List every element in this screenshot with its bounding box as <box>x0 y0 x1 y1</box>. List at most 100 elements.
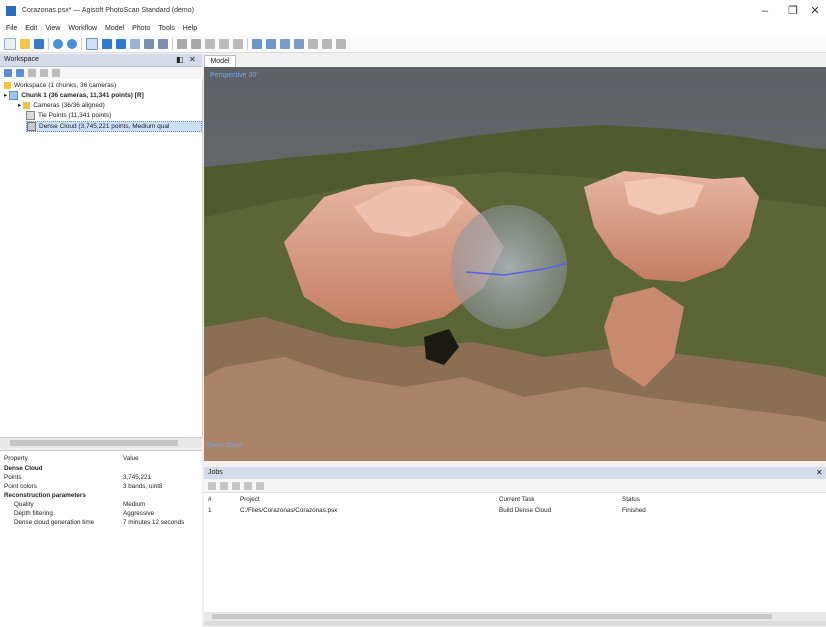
property-label: Depth filtering <box>14 510 53 517</box>
points-icon <box>26 111 35 120</box>
column-header-number[interactable]: # <box>208 496 212 504</box>
expand-icon[interactable]: ▸ <box>18 102 21 109</box>
tree-item-label: Tie Points (11,341 points) <box>38 112 112 120</box>
points-icon[interactable] <box>266 38 276 49</box>
menu-edit[interactable]: Edit <box>25 25 37 32</box>
view-mode-label: Perspective 30° <box>210 72 260 79</box>
column-header-status[interactable]: Status <box>622 496 640 504</box>
resize-icon[interactable] <box>158 38 168 49</box>
column-header-task[interactable]: Current Task <box>499 496 535 504</box>
property-label: Reconstruction parameters <box>4 492 86 499</box>
close-jobs-icon[interactable]: ✕ <box>816 468 823 477</box>
property-label: Dense Cloud <box>4 465 43 472</box>
crop-icon[interactable] <box>191 38 201 49</box>
add-chunk-icon[interactable] <box>4 69 12 77</box>
property-value: 3 bands, uint8 <box>123 483 163 490</box>
model-viewport[interactable] <box>204 67 826 461</box>
menu-tools[interactable]: Tools <box>158 25 174 32</box>
undo-icon[interactable] <box>53 38 63 49</box>
jobs-title: Jobs <box>208 469 223 476</box>
menu-model[interactable]: Model <box>105 25 124 32</box>
properties-panel: Property Value Dense Cloud Points 3,745,… <box>0 450 202 627</box>
redo-icon[interactable] <box>67 38 77 49</box>
tree-item-dense-cloud[interactable]: Dense Cloud (3,745,221 points, Medium qu… <box>26 121 202 132</box>
column-header-project[interactable]: Project <box>240 496 260 504</box>
workspace-header: Workspace ◧ ✕ <box>0 54 202 67</box>
menu-help[interactable]: Help <box>183 25 197 32</box>
menu-workflow[interactable]: Workflow <box>68 25 97 32</box>
view-status-label: Dense Cloud <box>207 443 242 449</box>
property-label: Point colors <box>4 483 37 490</box>
job-task: Build Dense Cloud <box>499 507 552 514</box>
settings-icon[interactable] <box>336 38 346 49</box>
save-icon[interactable] <box>34 38 44 49</box>
new-icon[interactable] <box>4 37 16 50</box>
jobs-scrollbar[interactable] <box>204 612 826 621</box>
tree-item-tie-points[interactable]: Tie Points (11,341 points) <box>26 111 111 120</box>
rotate-icon[interactable] <box>102 38 112 49</box>
select-icon[interactable] <box>86 37 98 50</box>
title-bar: Corazonas.psx* — Agisoft PhotoScan Stand… <box>0 0 826 22</box>
open-icon[interactable] <box>20 38 30 49</box>
property-label: Quality <box>14 501 34 508</box>
rectangle-select-icon[interactable] <box>205 38 215 49</box>
property-value: 7 minutes 12 seconds <box>123 519 185 526</box>
tree-item-label: Workspace (1 chunks, 36 cameras) <box>14 82 117 89</box>
workspace-tree: Workspace (1 chunks, 36 cameras) ▸ Chunk … <box>0 79 203 437</box>
mesh-icon[interactable] <box>280 38 290 49</box>
region-icon[interactable] <box>144 38 154 49</box>
scrollbar-thumb[interactable] <box>10 440 178 446</box>
remove-job-icon[interactable] <box>220 481 228 490</box>
zoom-icon[interactable] <box>116 38 126 49</box>
toolbar-separator <box>81 37 82 50</box>
circle-select-icon[interactable] <box>219 38 229 49</box>
texture-icon[interactable] <box>294 38 304 49</box>
add-photos-icon[interactable] <box>16 69 24 77</box>
enable-icon[interactable] <box>40 69 48 77</box>
menu-view[interactable]: View <box>45 25 60 32</box>
menu-file[interactable]: File <box>6 25 17 32</box>
ruler-icon[interactable] <box>252 38 262 49</box>
menu-photo[interactable]: Photo <box>132 25 150 32</box>
job-project: C:/Files/Corazonas/Corazonas.psx <box>240 507 338 514</box>
app-icon <box>6 6 16 16</box>
toolbar-separator <box>172 37 173 50</box>
folder-icon <box>23 101 31 109</box>
job-status: Finished <box>622 507 646 514</box>
pause-icon[interactable] <box>232 481 240 490</box>
cut-icon[interactable] <box>177 38 187 49</box>
move-down-icon[interactable] <box>256 481 264 490</box>
workspace-title: Workspace <box>4 56 39 63</box>
add-job-icon[interactable] <box>208 481 216 490</box>
move-up-icon[interactable] <box>244 481 252 490</box>
property-label: Points <box>4 474 22 481</box>
remove-icon[interactable] <box>28 69 36 77</box>
tree-item-workspace[interactable]: Workspace (1 chunks, 36 cameras) <box>4 81 116 90</box>
dense-cloud-render <box>204 67 826 461</box>
value-header: Value <box>123 455 139 462</box>
tree-item-chunk[interactable]: ▸ Chunk 1 (36 cameras, 11,341 points) [R] <box>4 91 144 100</box>
dense-cloud-icon <box>27 122 36 131</box>
tree-item-cameras[interactable]: ▸ Cameras (36/36 aligned) <box>18 101 105 110</box>
jobs-toolbar <box>204 479 826 492</box>
expand-icon[interactable]: ▸ <box>4 92 7 99</box>
tab-model[interactable]: Model <box>204 55 236 67</box>
toolbar-separator <box>48 37 49 50</box>
move-icon[interactable] <box>130 38 140 49</box>
close-button[interactable]: ✕ <box>801 2 826 20</box>
property-value: Aggressive <box>123 510 155 517</box>
window-title: Corazonas.psx* — Agisoft PhotoScan Stand… <box>22 7 194 14</box>
float-pane-icon[interactable]: ◧ <box>176 55 184 64</box>
grid-icon[interactable] <box>308 38 318 49</box>
bottom-tab-strip <box>204 621 826 626</box>
job-number: 1 <box>208 507 212 514</box>
camera-icon[interactable] <box>322 38 332 49</box>
free-select-icon[interactable] <box>233 38 243 49</box>
workspace-toolbar <box>0 67 202 79</box>
close-pane-icon[interactable]: ✕ <box>189 55 196 64</box>
jobs-table: # Project Current Task Status 1 C:/Files… <box>204 492 826 613</box>
scrollbar-thumb[interactable] <box>212 614 772 619</box>
workspace-scrollbar[interactable] <box>0 437 202 448</box>
filter-icon[interactable] <box>52 69 60 77</box>
minimize-button[interactable]: – <box>751 2 779 20</box>
